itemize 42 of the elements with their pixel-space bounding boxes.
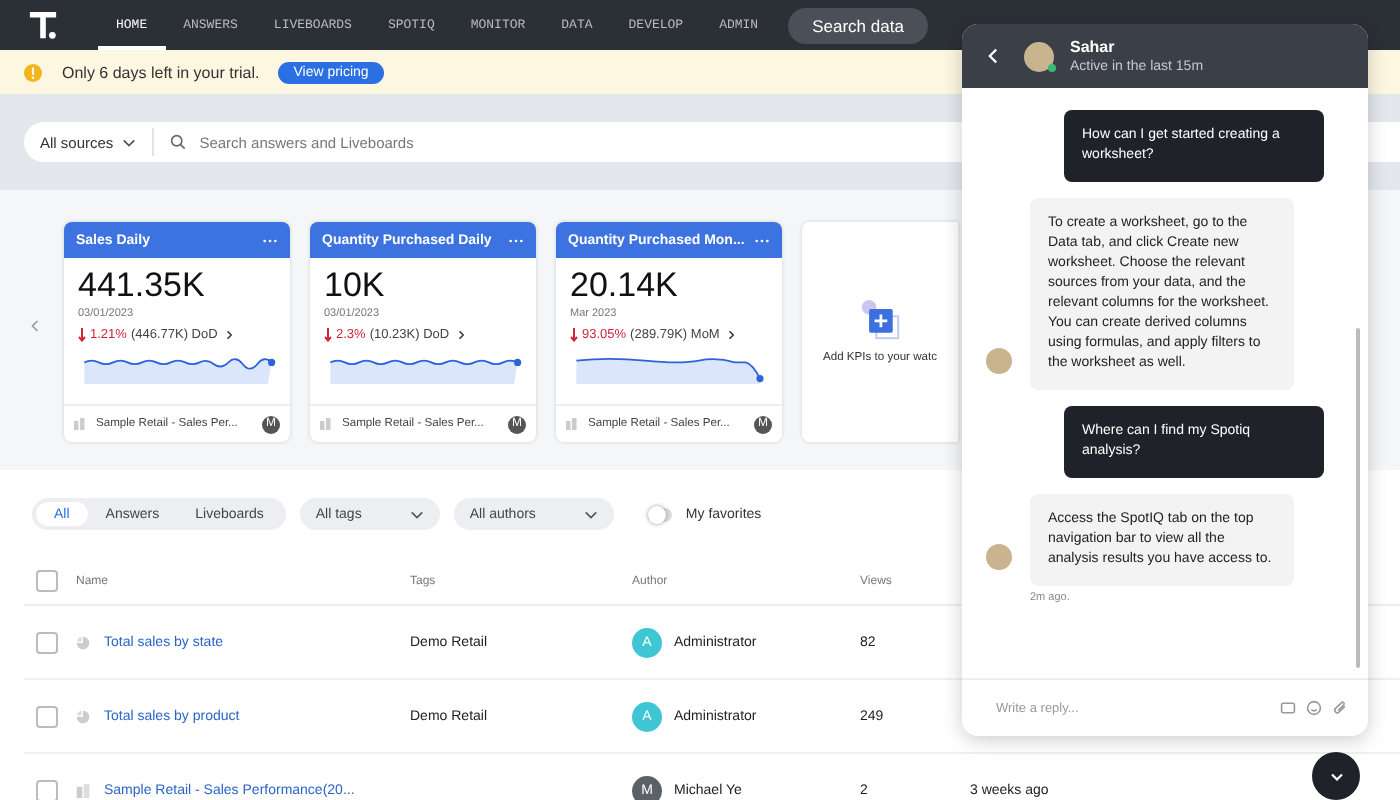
liveboard-icon [566, 418, 578, 430]
row-checkbox[interactable] [36, 779, 58, 800]
agent-name: Sahar [1070, 38, 1117, 56]
favorites-toggle[interactable] [647, 507, 672, 521]
search-icon [169, 134, 186, 150]
pie-chart-icon [76, 709, 90, 723]
select-all-checkbox[interactable] [36, 570, 58, 592]
agent-avatar [986, 348, 1012, 374]
kpi-value: 20.14K [570, 266, 680, 306]
liveboard-icon [74, 418, 86, 430]
more-icon[interactable] [508, 237, 524, 243]
warning-icon [24, 63, 42, 81]
liveboard-icon [76, 783, 90, 797]
row-checkbox[interactable] [36, 631, 58, 653]
add-icon [860, 300, 900, 340]
logo-icon[interactable] [28, 10, 58, 40]
attachment-icon[interactable] [1332, 700, 1348, 716]
caret-icon[interactable] [225, 330, 232, 340]
more-icon[interactable] [262, 237, 278, 243]
caret-icon[interactable] [727, 330, 734, 340]
kpi-value: 10K [324, 266, 387, 306]
arrow-down-icon [324, 328, 332, 342]
liveboard-icon [320, 418, 332, 430]
agent-avatar [1024, 41, 1054, 71]
chevron-down-icon [583, 507, 598, 521]
trial-notice: Only 6 days left in your trial. [62, 63, 260, 81]
pie-chart-icon [76, 635, 90, 649]
agent-avatar [986, 544, 1012, 570]
chevron-down-icon [1329, 771, 1343, 781]
back-icon[interactable] [988, 48, 998, 64]
kpi-value: 441.35K [78, 266, 207, 306]
more-icon[interactable] [754, 237, 770, 243]
row-checkbox[interactable] [36, 705, 58, 727]
caret-icon[interactable] [457, 330, 464, 340]
chevron-down-icon [409, 507, 424, 521]
emoji-icon[interactable] [1306, 700, 1322, 716]
arrow-down-icon [570, 328, 578, 342]
scroll-down-button[interactable] [1312, 752, 1360, 800]
gif-icon[interactable] [1280, 700, 1296, 716]
chevron-down-icon [121, 135, 136, 149]
arrow-down-icon [78, 328, 86, 342]
search-data-button[interactable]: Search data [788, 7, 928, 43]
